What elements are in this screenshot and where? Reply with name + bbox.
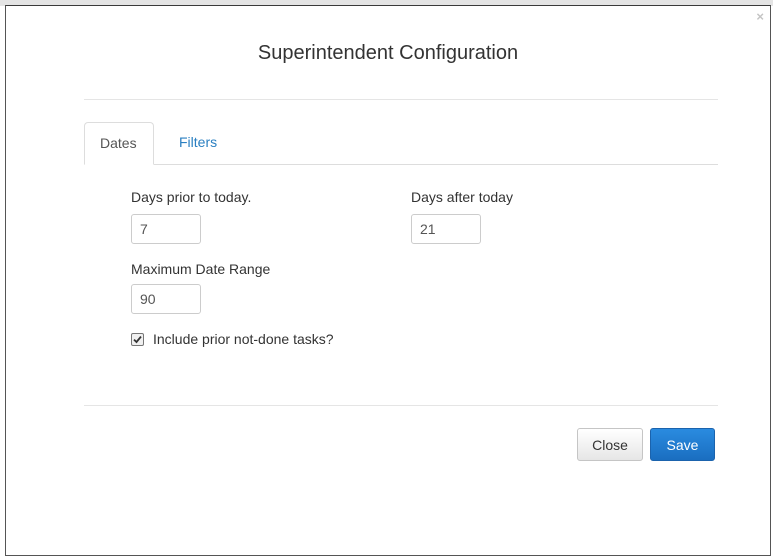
max-date-range-label: Maximum Date Range: [131, 261, 271, 277]
tab-dates[interactable]: Dates: [84, 122, 154, 165]
close-icon[interactable]: ×: [756, 9, 764, 25]
max-date-range-input[interactable]: [131, 284, 201, 314]
days-after-input[interactable]: [411, 214, 481, 244]
include-prior-label: Include prior not-done tasks?: [153, 331, 334, 347]
screen: × Superintendent Configuration Dates Fil…: [0, 0, 773, 558]
footer-divider: [84, 405, 718, 406]
days-prior-label: Days prior to today.: [131, 189, 252, 205]
tab-filters[interactable]: Filters: [164, 122, 232, 163]
close-button[interactable]: Close: [577, 428, 643, 461]
days-after-label: Days after today: [411, 189, 513, 205]
days-prior-input[interactable]: [131, 214, 201, 244]
include-prior-row: Include prior not-done tasks?: [131, 330, 334, 348]
tab-bar: Dates Filters: [84, 122, 718, 165]
include-prior-checkbox[interactable]: [131, 332, 144, 346]
save-button[interactable]: Save: [650, 428, 715, 461]
configuration-dialog: × Superintendent Configuration Dates Fil…: [5, 5, 771, 556]
checkmark-icon: [133, 335, 142, 343]
dialog-title: Superintendent Configuration: [257, 42, 519, 64]
header-divider: [84, 99, 718, 100]
